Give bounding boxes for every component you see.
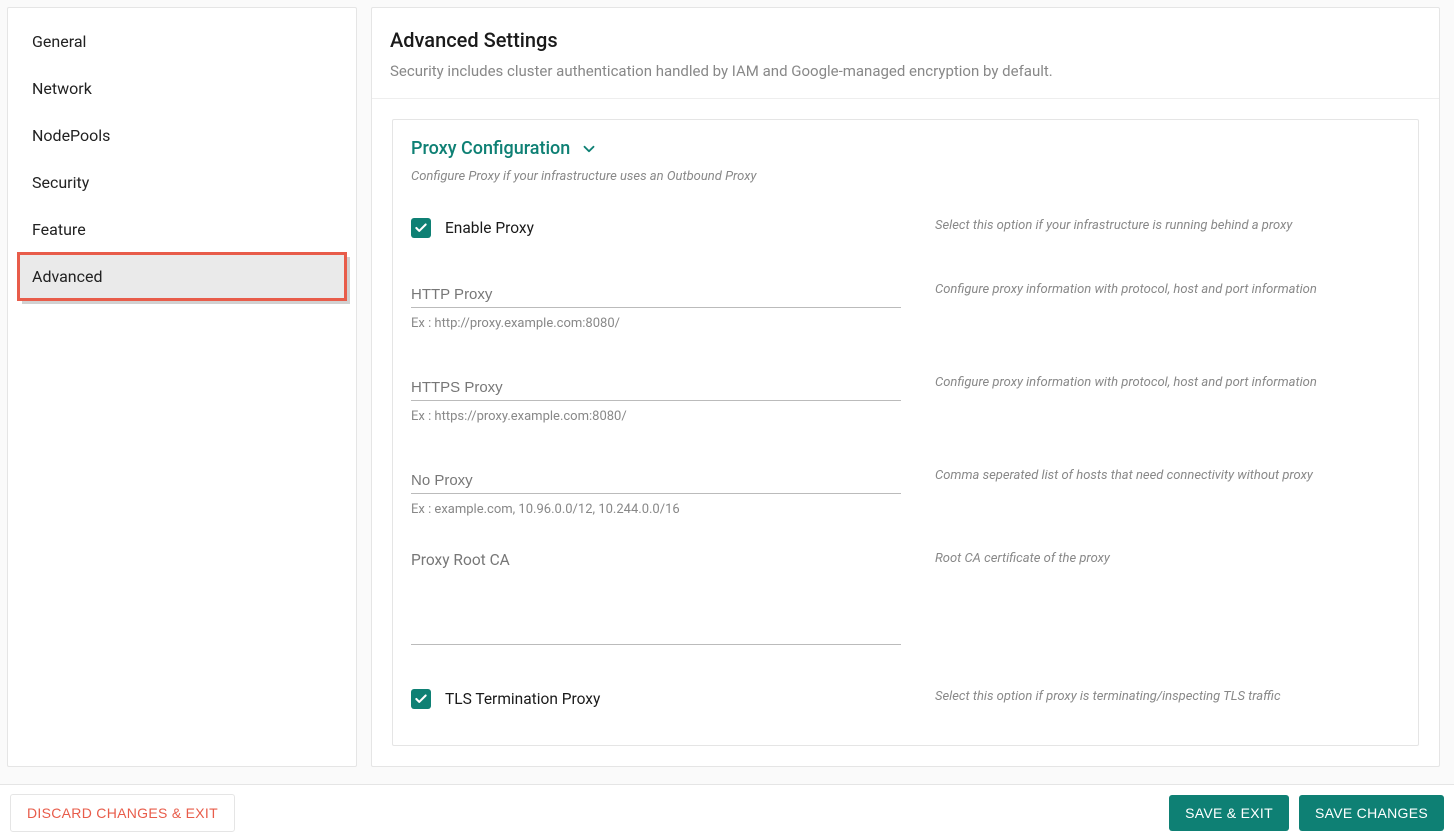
http-proxy-hint-right: Configure proxy information with protoco… [935,282,1400,331]
main-panel: Advanced Settings Security includes clus… [371,7,1440,767]
sidebar-item-advanced[interactable]: Advanced [18,253,346,300]
save-changes-button[interactable]: SAVE CHANGES [1299,795,1444,831]
no-proxy-hint-below: Ex : example.com, 10.96.0.0/12, 10.244.0… [411,502,901,517]
sidebar-item-nodepools[interactable]: NodePools [18,112,346,159]
no-proxy-hint-right: Comma seperated list of hosts that need … [935,468,1400,517]
proxy-configuration-card: Proxy Configuration Configure Proxy if y… [392,119,1419,746]
no-proxy-input[interactable] [411,468,901,494]
tls-termination-checkbox-row[interactable]: TLS Termination Proxy [411,689,901,709]
proxy-root-ca-hint: Root CA certificate of the proxy [935,551,1400,649]
tls-termination-label: TLS Termination Proxy [445,690,600,708]
save-and-exit-button[interactable]: SAVE & EXIT [1169,795,1289,831]
tls-termination-hint: Select this option if proxy is terminati… [935,689,1400,709]
page-title: Advanced Settings [390,28,1421,52]
sidebar-item-general[interactable]: General [18,18,346,65]
sidebar-item-security[interactable]: Security [18,159,346,206]
proxy-configuration-toggle[interactable]: Proxy Configuration [411,138,1400,159]
http-proxy-input[interactable] [411,282,901,308]
enable-proxy-label: Enable Proxy [445,219,534,237]
discard-changes-button[interactable]: DISCARD CHANGES & EXIT [10,794,235,832]
sidebar-item-feature[interactable]: Feature [18,206,346,253]
https-proxy-hint-below: Ex : https://proxy.example.com:8080/ [411,409,901,424]
enable-proxy-hint: Select this option if your infrastructur… [935,218,1400,238]
enable-proxy-checkbox-row[interactable]: Enable Proxy [411,218,901,238]
proxy-root-ca-textarea[interactable] [411,573,901,645]
enable-proxy-checkbox[interactable] [411,218,431,238]
chevron-down-icon [580,140,598,158]
https-proxy-hint-right: Configure proxy information with protoco… [935,375,1400,424]
https-proxy-input[interactable] [411,375,901,401]
page-subtitle: Security includes cluster authentication… [390,62,1421,80]
main-header: Advanced Settings Security includes clus… [372,8,1439,99]
tls-termination-checkbox[interactable] [411,689,431,709]
page-layout: General Network NodePools Security Featu… [0,0,1454,774]
proxy-root-ca-label: Proxy Root CA [411,551,901,569]
footer-bar: DISCARD CHANGES & EXIT SAVE & EXIT SAVE … [0,784,1454,840]
card-subtitle: Configure Proxy if your infrastructure u… [411,169,1400,184]
sidebar: General Network NodePools Security Featu… [7,7,357,767]
card-title: Proxy Configuration [411,138,570,159]
main-body: Proxy Configuration Configure Proxy if y… [372,99,1439,766]
http-proxy-hint-below: Ex : http://proxy.example.com:8080/ [411,316,901,331]
sidebar-item-network[interactable]: Network [18,65,346,112]
